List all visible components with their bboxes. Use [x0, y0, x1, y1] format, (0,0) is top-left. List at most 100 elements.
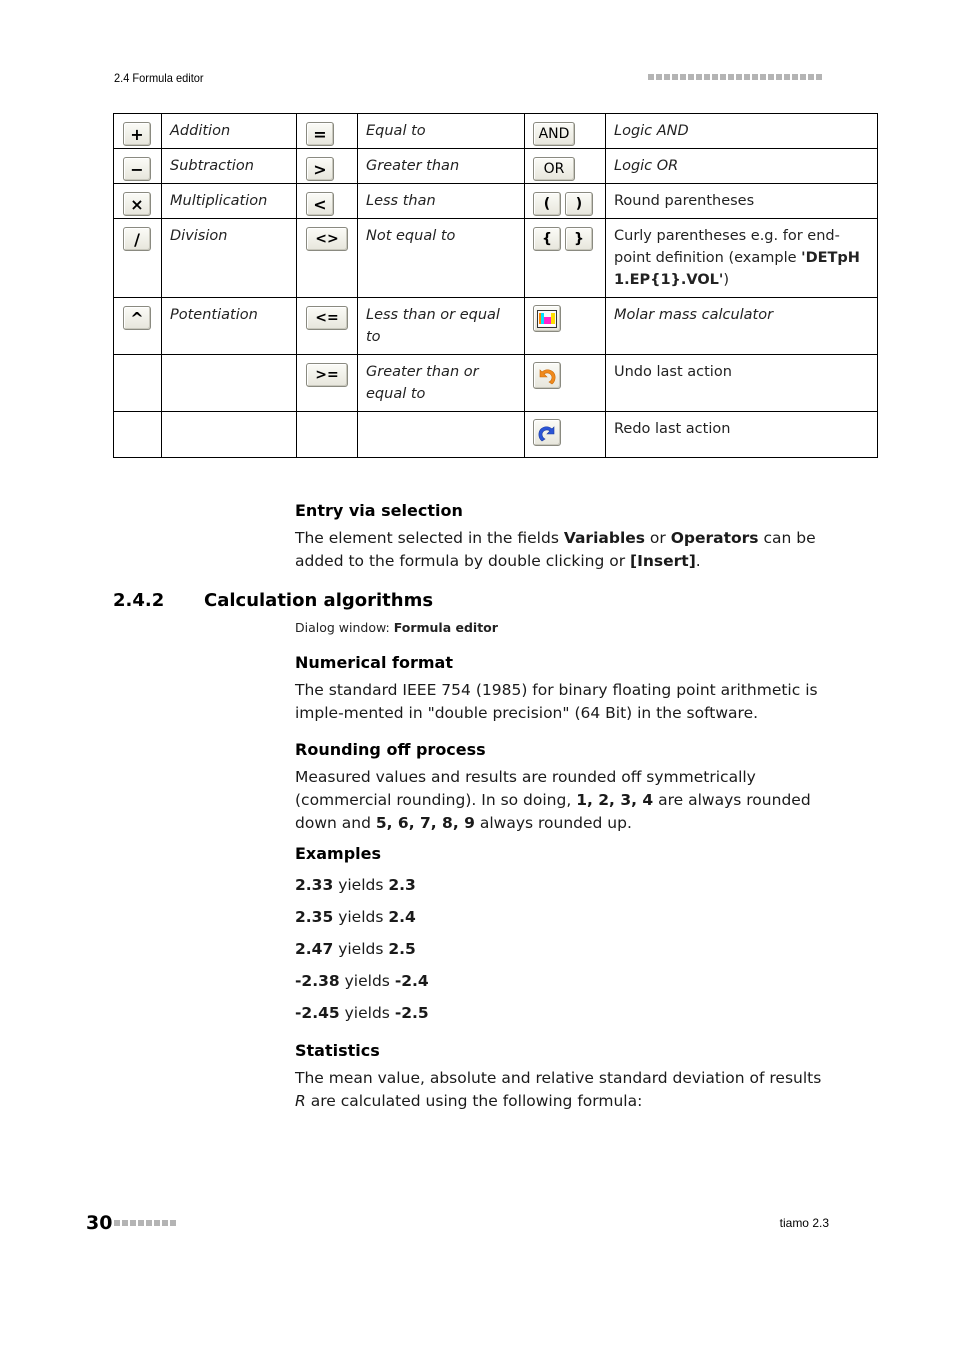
- decoration-square: [776, 74, 782, 80]
- decoration-square: [728, 74, 734, 80]
- example-connector: yields: [338, 908, 384, 926]
- decoration-square: [648, 74, 654, 80]
- multiply-button-icon: ×: [123, 192, 151, 216]
- rounding-heading: Rounding off process: [295, 740, 486, 759]
- plus-button-icon: +: [123, 122, 151, 146]
- table-row: / Division <> Not equal to {} Curly pare…: [113, 218, 878, 298]
- operator-label: Logic OR: [605, 148, 878, 184]
- example-output: 2.4: [388, 908, 416, 926]
- operator-label: Logic AND: [605, 113, 878, 149]
- statistics-text: The mean value, absolute and relative st…: [295, 1067, 830, 1113]
- text: always rounded up.: [474, 814, 632, 832]
- statistics-heading: Statistics: [295, 1041, 380, 1060]
- decoration-square: [712, 74, 718, 80]
- page-number: 30: [86, 1212, 113, 1234]
- operator-label: Round parentheses: [605, 183, 878, 219]
- operator-label: Redo last action: [605, 411, 878, 458]
- example-input: 2.33: [295, 876, 334, 894]
- decoration-square: [688, 74, 694, 80]
- close-curly-brace-button-icon: }: [565, 227, 593, 251]
- decoration-square: [122, 1220, 128, 1226]
- dialog-window-reference: Dialog window: Formula editor: [295, 620, 498, 635]
- example-output: -2.5: [394, 1004, 429, 1022]
- table-row: × Multiplication < Less than () Round pa…: [113, 183, 878, 219]
- example-item: 2.35 yields 2.4: [295, 908, 416, 926]
- operator-label: Not equal to: [357, 218, 525, 298]
- less-than-button-icon: <: [306, 192, 334, 216]
- equals-button-icon: =: [306, 122, 334, 146]
- operators-field-name: Operators: [670, 529, 759, 547]
- operator-label: Molar mass calculator: [605, 297, 878, 355]
- example-output: -2.4: [394, 972, 429, 990]
- greater-equal-button-icon: >=: [306, 363, 348, 387]
- example-output: 2.5: [388, 940, 416, 958]
- operator-label: Subtraction: [161, 148, 297, 184]
- numerical-format-heading: Numerical format: [295, 653, 453, 672]
- close-round-parenthesis-button-icon: ): [565, 192, 593, 216]
- table-row: ^ Potentiation <= Less than or equal to …: [113, 297, 878, 355]
- examples-heading: Examples: [295, 844, 382, 863]
- rounded-down-digits: 1, 2, 3, 4: [576, 791, 654, 809]
- decoration-square: [696, 74, 702, 80]
- example-item: -2.38 yields -2.4: [295, 972, 429, 990]
- decoration-square: [672, 74, 678, 80]
- operator-label: Less than or equal to: [357, 297, 525, 355]
- decoration-square: [162, 1220, 168, 1226]
- running-header-section: 2.4 Formula editor: [114, 71, 204, 85]
- text: or: [645, 529, 671, 547]
- operators-table: + Addition = Equal to AND Logic AND − Su…: [113, 113, 878, 458]
- header-decoration-bar: [648, 74, 822, 80]
- decoration-square: [656, 74, 662, 80]
- product-name: tiamo 2.3: [779, 1216, 829, 1230]
- molar-mass-calculator-icon: [533, 305, 561, 332]
- minus-button-icon: −: [123, 157, 151, 181]
- example-input: 2.47: [295, 940, 334, 958]
- example-connector: yields: [344, 1004, 390, 1022]
- rounded-up-digits: 5, 6, 7, 8, 9: [375, 814, 475, 832]
- table-row: − Subtraction > Greater than OR Logic OR: [113, 148, 878, 184]
- example-connector: yields: [338, 940, 384, 958]
- example-input: 2.35: [295, 908, 334, 926]
- dialog-name: Formula editor: [393, 620, 498, 635]
- operator-label: Undo last action: [605, 354, 878, 412]
- decoration-square: [664, 74, 670, 80]
- operator-label: Less than: [357, 183, 525, 219]
- greater-than-button-icon: >: [306, 157, 334, 181]
- decoration-square: [680, 74, 686, 80]
- section-title: Calculation algorithms: [204, 590, 434, 611]
- open-round-parenthesis-button-icon: (: [533, 192, 561, 216]
- decoration-square: [154, 1220, 160, 1226]
- results-variable: R: [295, 1092, 306, 1110]
- decoration-square: [808, 74, 814, 80]
- text: .: [695, 552, 701, 570]
- text: The element selected in the fields: [295, 529, 564, 547]
- decoration-square: [752, 74, 758, 80]
- decoration-square: [768, 74, 774, 80]
- example-connector: yields: [344, 972, 390, 990]
- operator-label: Addition: [161, 113, 297, 149]
- footer-decoration-bar: [114, 1220, 176, 1226]
- decoration-square: [720, 74, 726, 80]
- divide-button-icon: /: [123, 227, 151, 251]
- operator-label: Division: [161, 218, 297, 298]
- decoration-square: [146, 1220, 152, 1226]
- decoration-square: [800, 74, 806, 80]
- dialog-label: Dialog window:: [295, 620, 394, 635]
- entry-via-selection-heading: Entry via selection: [295, 501, 463, 520]
- undo-icon: [533, 362, 561, 389]
- operator-label: Greater than or equal to: [357, 354, 525, 412]
- text: The mean value, absolute and relative st…: [295, 1069, 822, 1087]
- example-item: 2.33 yields 2.3: [295, 876, 416, 894]
- example-item: 2.47 yields 2.5: [295, 940, 416, 958]
- example-input: -2.38: [295, 972, 340, 990]
- decoration-square: [784, 74, 790, 80]
- insert-button-name: [Insert]: [630, 552, 696, 570]
- decoration-square: [704, 74, 710, 80]
- less-equal-button-icon: <=: [306, 306, 348, 330]
- not-equal-button-icon: <>: [306, 227, 348, 251]
- section-number: 2.4.2: [113, 590, 165, 611]
- numerical-format-text: The standard IEEE 754 (1985) for binary …: [295, 681, 818, 722]
- entry-via-selection-text: The element selected in the fields Varia…: [295, 527, 830, 573]
- decoration-square: [760, 74, 766, 80]
- decoration-square: [130, 1220, 136, 1226]
